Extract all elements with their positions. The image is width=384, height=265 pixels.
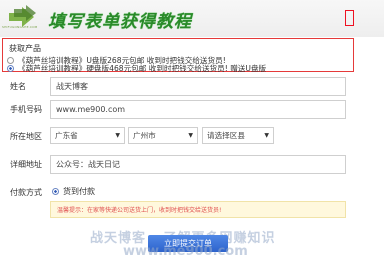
name-label: 姓名: [10, 82, 26, 91]
corner-close-box[interactable]: [345, 10, 354, 26]
page-title: 填写表单获得教程: [48, 12, 192, 32]
province-value: 广东省: [55, 131, 78, 140]
payment-option-cod[interactable]: 货到付款: [52, 186, 95, 197]
district-select[interactable]: 请选择区县 ▼: [202, 127, 274, 144]
province-select[interactable]: 广东省 ▼: [50, 127, 125, 144]
chevron-down-icon: ▼: [115, 132, 120, 139]
product-selection-box: 获取产品 《葫芦丝培训教程》U盘版268元包邮 收到时把钱交给送货员! 《葫芦丝…: [2, 38, 354, 74]
logo-text: SHIFUGONGSHE.COM: [2, 25, 38, 29]
name-input[interactable]: 战天博客: [50, 77, 346, 96]
header-banner: SHIFUGONGSHE.COM 填写表单获得教程: [0, 0, 384, 37]
product-option-harddisk[interactable]: 《葫芦丝培训教程》硬盘版468元包邮 收到时把钱交给送货员! 赠送U盘版: [7, 62, 266, 74]
district-value: 请选择区县: [207, 131, 245, 140]
chevron-down-icon: ▼: [264, 132, 269, 139]
product-label: 获取产品: [9, 44, 41, 53]
city-select[interactable]: 广州市 ▼: [128, 127, 198, 144]
phone-label: 手机号码: [10, 105, 42, 114]
region-label: 所在地区: [10, 132, 42, 141]
product-option-label: 《葫芦丝培训教程》硬盘版468元包邮 收到时把钱交给送货员! 赠送U盘版: [18, 63, 267, 73]
payment-option-label: 货到付款: [63, 187, 95, 196]
watermark-url: www.me900.com: [123, 244, 248, 259]
chevron-down-icon: ▼: [188, 132, 193, 139]
phone-input[interactable]: www.me900.com: [50, 100, 346, 119]
address-label: 详细地址: [10, 160, 42, 169]
address-input[interactable]: 公众号：战天日记: [50, 155, 346, 174]
radio-selected-icon[interactable]: [52, 188, 59, 195]
city-value: 广州市: [133, 131, 156, 140]
notice-banner: 温馨提示：在家等快递公司送货上门，收到时把钱交给送货员!: [50, 201, 346, 218]
payment-label: 付款方式: [10, 188, 42, 197]
order-form-page: SHIFUGONGSHE.COM 填写表单获得教程 获取产品 《葫芦丝培训教程》…: [0, 0, 384, 265]
radio-selected-icon[interactable]: [7, 64, 14, 72]
